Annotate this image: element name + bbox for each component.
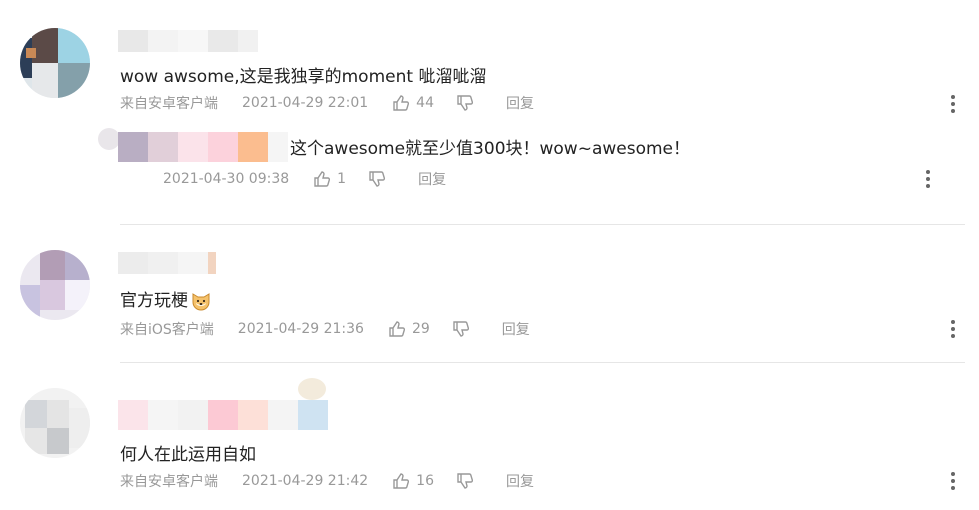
- comment-divider: [120, 224, 965, 225]
- comment-text-label: 官方玩梗: [120, 291, 188, 311]
- dislike-button[interactable]: [456, 472, 474, 490]
- dislike-button[interactable]: [456, 94, 474, 112]
- comment-text: 官方玩梗: [120, 286, 212, 312]
- comment-meta: 来自iOS客户端 2021-04-29 21:36 29 回复: [120, 319, 530, 339]
- reply-text: 这个awesome就至少值300块！wow~awesome！: [290, 139, 691, 159]
- like-count: 1: [337, 171, 347, 187]
- reply-button[interactable]: 回复: [506, 93, 534, 113]
- comment-text: wow awsome,这是我独享的moment 呲溜呲溜: [120, 67, 487, 87]
- thumbs-up-icon: [393, 473, 410, 489]
- like-count: 16: [416, 473, 434, 489]
- comment-source: 来自安卓客户端: [120, 96, 218, 112]
- comment-meta: 来自安卓客户端 2021-04-29 21:42 16 回复: [120, 471, 534, 491]
- comment-divider: [120, 362, 965, 363]
- thumbs-down-icon: [457, 473, 474, 489]
- more-vertical-icon[interactable]: [950, 320, 956, 338]
- comment-source: 来自iOS客户端: [120, 322, 214, 338]
- comment-time: 2021-04-29 22:01: [242, 95, 369, 111]
- like-count: 44: [416, 95, 434, 111]
- avatar[interactable]: [20, 28, 90, 98]
- more-vertical-icon[interactable]: [925, 170, 931, 188]
- reply-username-blurred[interactable]: [118, 132, 288, 162]
- like-count: 29: [411, 321, 430, 337]
- reply-button[interactable]: 回复: [506, 471, 534, 491]
- thumbs-up-icon: [314, 171, 331, 187]
- thumbs-down-icon: [457, 95, 474, 111]
- thumbs-down-icon: [453, 321, 469, 337]
- reply-meta: 2021-04-30 09:38 1 回复: [163, 169, 446, 189]
- comment-text: 何人在此运用自如: [120, 445, 256, 465]
- more-vertical-icon[interactable]: [950, 472, 956, 490]
- comment-meta: 来自安卓客户端 2021-04-29 22:01 44 回复: [120, 93, 534, 113]
- like-button[interactable]: 29: [388, 320, 430, 338]
- reply-avatar[interactable]: [98, 128, 120, 150]
- dislike-button[interactable]: [368, 170, 386, 188]
- avatar[interactable]: [20, 250, 90, 320]
- like-button[interactable]: 44: [392, 94, 434, 112]
- reply-time: 2021-04-30 09:38: [163, 171, 290, 187]
- like-button[interactable]: 16: [392, 472, 434, 490]
- reply-button[interactable]: 回复: [418, 169, 446, 189]
- dislike-button[interactable]: [452, 320, 470, 338]
- thumbs-up-icon: [393, 95, 410, 111]
- reply-button[interactable]: 回复: [502, 319, 530, 339]
- comment-time: 2021-04-29 21:42: [242, 473, 369, 489]
- more-vertical-icon[interactable]: [950, 95, 956, 113]
- thumbs-up-icon: [389, 321, 406, 337]
- thumbs-down-icon: [369, 171, 386, 187]
- avatar[interactable]: [20, 388, 90, 458]
- comment-time: 2021-04-29 21:36: [237, 321, 364, 337]
- comment-source: 来自安卓客户端: [120, 474, 218, 490]
- username-blurred[interactable]: [118, 30, 268, 52]
- username-blurred[interactable]: [118, 400, 328, 430]
- like-button[interactable]: 1: [313, 170, 346, 188]
- dog-emoji-icon: [192, 293, 210, 311]
- name-decoration: [298, 378, 326, 400]
- username-blurred[interactable]: [118, 252, 218, 274]
